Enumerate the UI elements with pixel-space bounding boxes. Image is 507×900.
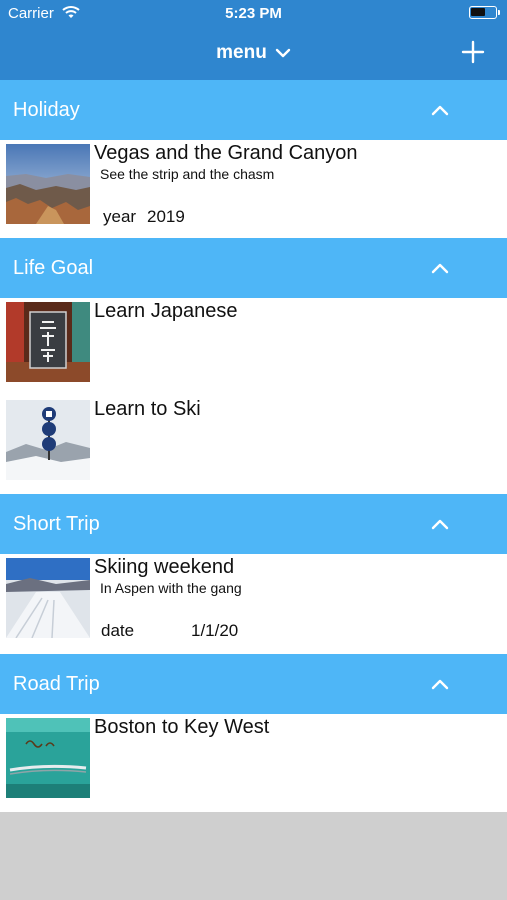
item-title: Learn to Ski	[94, 398, 201, 420]
section-header-life-goal[interactable]: Life Goal	[0, 238, 507, 298]
section-title: Short Trip	[13, 513, 100, 535]
chevron-up-icon[interactable]	[431, 104, 449, 116]
list-item[interactable]: Learn Japanese	[0, 298, 507, 396]
section-header-road-trip[interactable]: Road Trip	[0, 654, 507, 714]
chevron-down-icon	[275, 48, 291, 58]
list-item[interactable]: Skiing weekend In Aspen with the gang da…	[0, 554, 507, 654]
ski-slope-sign-photo	[6, 400, 90, 480]
item-title: Boston to Key West	[94, 716, 270, 738]
list-item[interactable]: Boston to Key West	[0, 714, 507, 812]
japanese-sign-photo	[6, 302, 90, 382]
section-header-holiday[interactable]: Holiday	[0, 80, 507, 140]
battery-icon	[469, 6, 500, 19]
status-time: 5:23 PM	[225, 5, 282, 22]
plus-icon[interactable]	[461, 40, 485, 64]
chevron-up-icon[interactable]	[431, 518, 449, 530]
menu-title-button[interactable]: menu	[0, 42, 507, 64]
menu-title: menu	[216, 42, 267, 63]
section-title: Life Goal	[13, 257, 94, 279]
item-meta-label: year	[103, 207, 137, 226]
grand-canyon-photo	[6, 144, 90, 224]
chevron-up-icon[interactable]	[431, 262, 449, 274]
item-subtitle: In Aspen with the gang	[100, 580, 242, 596]
section-title: Road Trip	[13, 673, 100, 695]
status-bar: Carrier 5:23 PM	[0, 0, 507, 28]
section-title: Holiday	[13, 99, 80, 121]
snow-trail-photo	[6, 558, 90, 638]
empty-area	[0, 812, 507, 900]
list-item[interactable]: Vegas and the Grand Canyon See the strip…	[0, 140, 507, 238]
list-item[interactable]: Learn to Ski	[0, 396, 507, 494]
classic-car-photo	[6, 718, 90, 798]
item-meta-value: 1/1/20	[191, 621, 239, 640]
chevron-up-icon[interactable]	[431, 678, 449, 690]
item-meta-value: 2019	[147, 207, 185, 226]
item-meta-label: date	[101, 621, 135, 640]
item-subtitle: See the strip and the chasm	[100, 166, 275, 182]
item-title: Vegas and the Grand Canyon	[94, 142, 358, 164]
section-header-short-trip[interactable]: Short Trip	[0, 494, 507, 554]
item-title: Skiing weekend	[94, 556, 235, 578]
item-title: Learn Japanese	[94, 300, 238, 322]
nav-bar: Carrier 5:23 PM menu	[0, 0, 507, 80]
